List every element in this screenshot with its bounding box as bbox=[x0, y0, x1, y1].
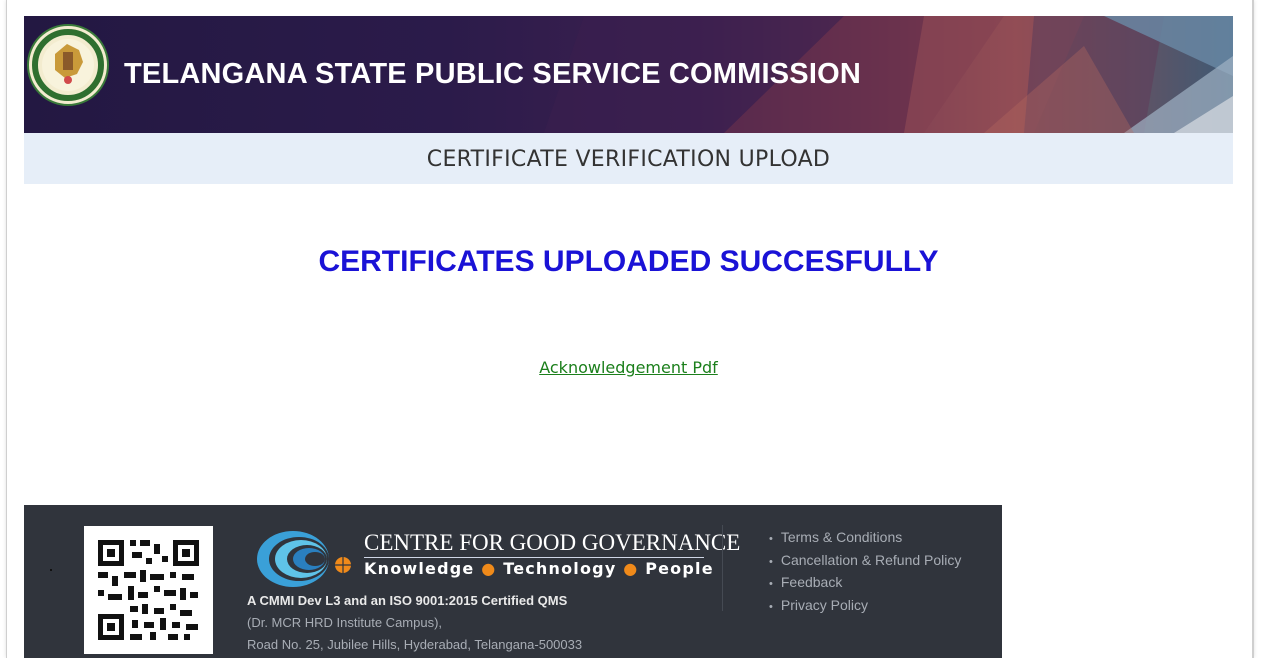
site-header: TELANGANA STATE PUBLIC SERVICE COMMISSIO… bbox=[24, 16, 1233, 133]
certification-text: A CMMI Dev L3 and an ISO 9001:2015 Certi… bbox=[247, 593, 568, 608]
page-subtitle: CERTIFICATE VERIFICATION UPLOAD bbox=[24, 133, 1233, 184]
site-footer: CENTRE FOR GOOD GOVERNANCE Knowledge ● T… bbox=[24, 505, 1002, 658]
cgg-org-name: CENTRE FOR GOOD GOVERNANCE bbox=[364, 530, 741, 555]
success-message: CERTIFICATES UPLOADED SUCCESFULLY bbox=[318, 245, 939, 278]
tagline-separator-2: ● bbox=[623, 559, 639, 578]
qr-code-icon bbox=[84, 526, 213, 654]
tagline-word-technology: Technology bbox=[503, 559, 617, 578]
ack-link-container: Acknowledgement Pdf bbox=[24, 358, 1233, 377]
cgg-tagline: Knowledge ● Technology ● People bbox=[364, 559, 714, 578]
terms-conditions-link[interactable]: Terms & Conditions bbox=[769, 527, 961, 550]
header-title: TELANGANA STATE PUBLIC SERVICE COMMISSIO… bbox=[124, 58, 861, 90]
tagline-word-knowledge: Knowledge bbox=[364, 559, 475, 578]
tagline-separator-1: ● bbox=[481, 559, 497, 578]
privacy-policy-link[interactable]: Privacy Policy bbox=[769, 595, 961, 618]
footer-links: Terms & Conditions Cancellation & Refund… bbox=[769, 527, 962, 618]
address-line-2: Road No. 25, Jubilee Hills, Hyderabad, T… bbox=[247, 637, 583, 652]
address-line-1: (Dr. MCR HRD Institute Campus), bbox=[247, 615, 443, 630]
cancellation-refund-link[interactable]: Cancellation & Refund Policy bbox=[769, 550, 962, 573]
acknowledgement-pdf-link[interactable]: Acknowledgement Pdf bbox=[539, 358, 718, 377]
cgg-divider bbox=[364, 557, 704, 558]
feedback-link[interactable]: Feedback bbox=[769, 572, 961, 595]
footer-dot bbox=[50, 569, 52, 571]
cgg-logo-icon bbox=[257, 531, 351, 587]
tspsc-emblem-icon bbox=[27, 24, 109, 106]
footer-vertical-divider bbox=[722, 525, 723, 611]
tagline-word-people: People bbox=[645, 559, 714, 578]
